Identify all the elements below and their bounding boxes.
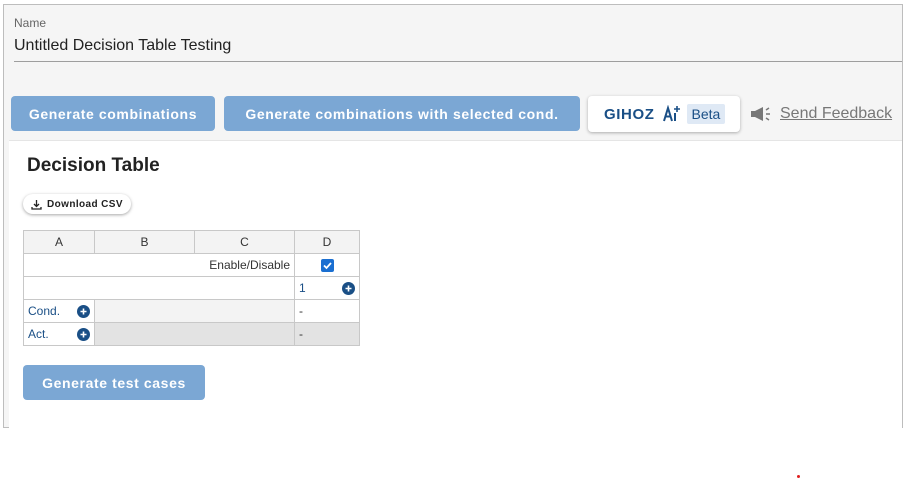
download-csv-button[interactable]: Download CSV xyxy=(23,194,131,214)
action-cell xyxy=(94,322,295,346)
send-feedback-link[interactable]: Send Feedback xyxy=(780,105,892,123)
beta-badge: Beta xyxy=(686,104,726,124)
send-feedback[interactable]: Send Feedback xyxy=(750,102,892,126)
gihoz-ai-button[interactable]: GIHOZ Beta xyxy=(588,96,740,132)
megaphone-icon xyxy=(750,104,772,124)
decision-table-card: Decision Table Download CSV A B C D Enab… xyxy=(9,140,902,428)
enable-checkbox-cell[interactable] xyxy=(294,253,360,277)
column-header-a: A xyxy=(23,230,95,254)
name-label: Name xyxy=(14,16,47,30)
name-input[interactable]: Untitled Decision Table Testing xyxy=(14,37,231,55)
act-label: Act. xyxy=(28,327,49,341)
download-csv-label: Download CSV xyxy=(47,198,123,210)
add-condition-icon[interactable] xyxy=(77,304,90,318)
column-header-d: D xyxy=(294,230,360,254)
table-row: 1 xyxy=(23,276,360,300)
action-value: - xyxy=(294,322,360,346)
red-dot-marker xyxy=(797,475,800,478)
column-header-b: B xyxy=(94,230,195,254)
name-underline xyxy=(14,61,902,62)
name-field[interactable]: Name Untitled Decision Table Testing xyxy=(4,5,902,69)
table-row: Act. - xyxy=(23,322,360,346)
add-case-icon[interactable] xyxy=(342,281,355,295)
table-row: Enable/Disable xyxy=(23,253,360,277)
column-header-c: C xyxy=(194,230,295,254)
editor-frame: Name Untitled Decision Table Testing Gen… xyxy=(3,4,903,428)
download-icon xyxy=(31,199,42,210)
card-title: Decision Table xyxy=(27,155,160,176)
table-header-row: A B C D xyxy=(23,230,360,254)
generate-test-cases-button[interactable]: Generate test cases xyxy=(23,365,205,400)
toolbar: Generate combinations Generate combinati… xyxy=(10,96,900,132)
table-row: Cond. - xyxy=(23,299,360,323)
condition-cell xyxy=(94,299,295,323)
checkbox-checked-icon[interactable] xyxy=(320,259,334,273)
empty-cell xyxy=(23,276,295,300)
generate-selected-combinations-button[interactable]: Generate combinations with selected cond… xyxy=(224,96,580,131)
cond-label: Cond. xyxy=(28,304,61,318)
enable-disable-label: Enable/Disable xyxy=(23,253,295,277)
case-number: 1 xyxy=(299,281,306,295)
decision-table: A B C D Enable/Disable 1 Cond. - Act. - xyxy=(23,230,360,346)
add-action-icon[interactable] xyxy=(77,327,90,341)
ai-sparkle-icon xyxy=(662,104,681,123)
case-number-cell: 1 xyxy=(294,276,360,300)
cond-label-cell: Cond. xyxy=(23,299,95,323)
condition-value: - xyxy=(294,299,360,323)
gihoz-label: GIHOZ xyxy=(604,105,655,123)
act-label-cell: Act. xyxy=(23,322,95,346)
generate-combinations-button[interactable]: Generate combinations xyxy=(11,96,215,131)
